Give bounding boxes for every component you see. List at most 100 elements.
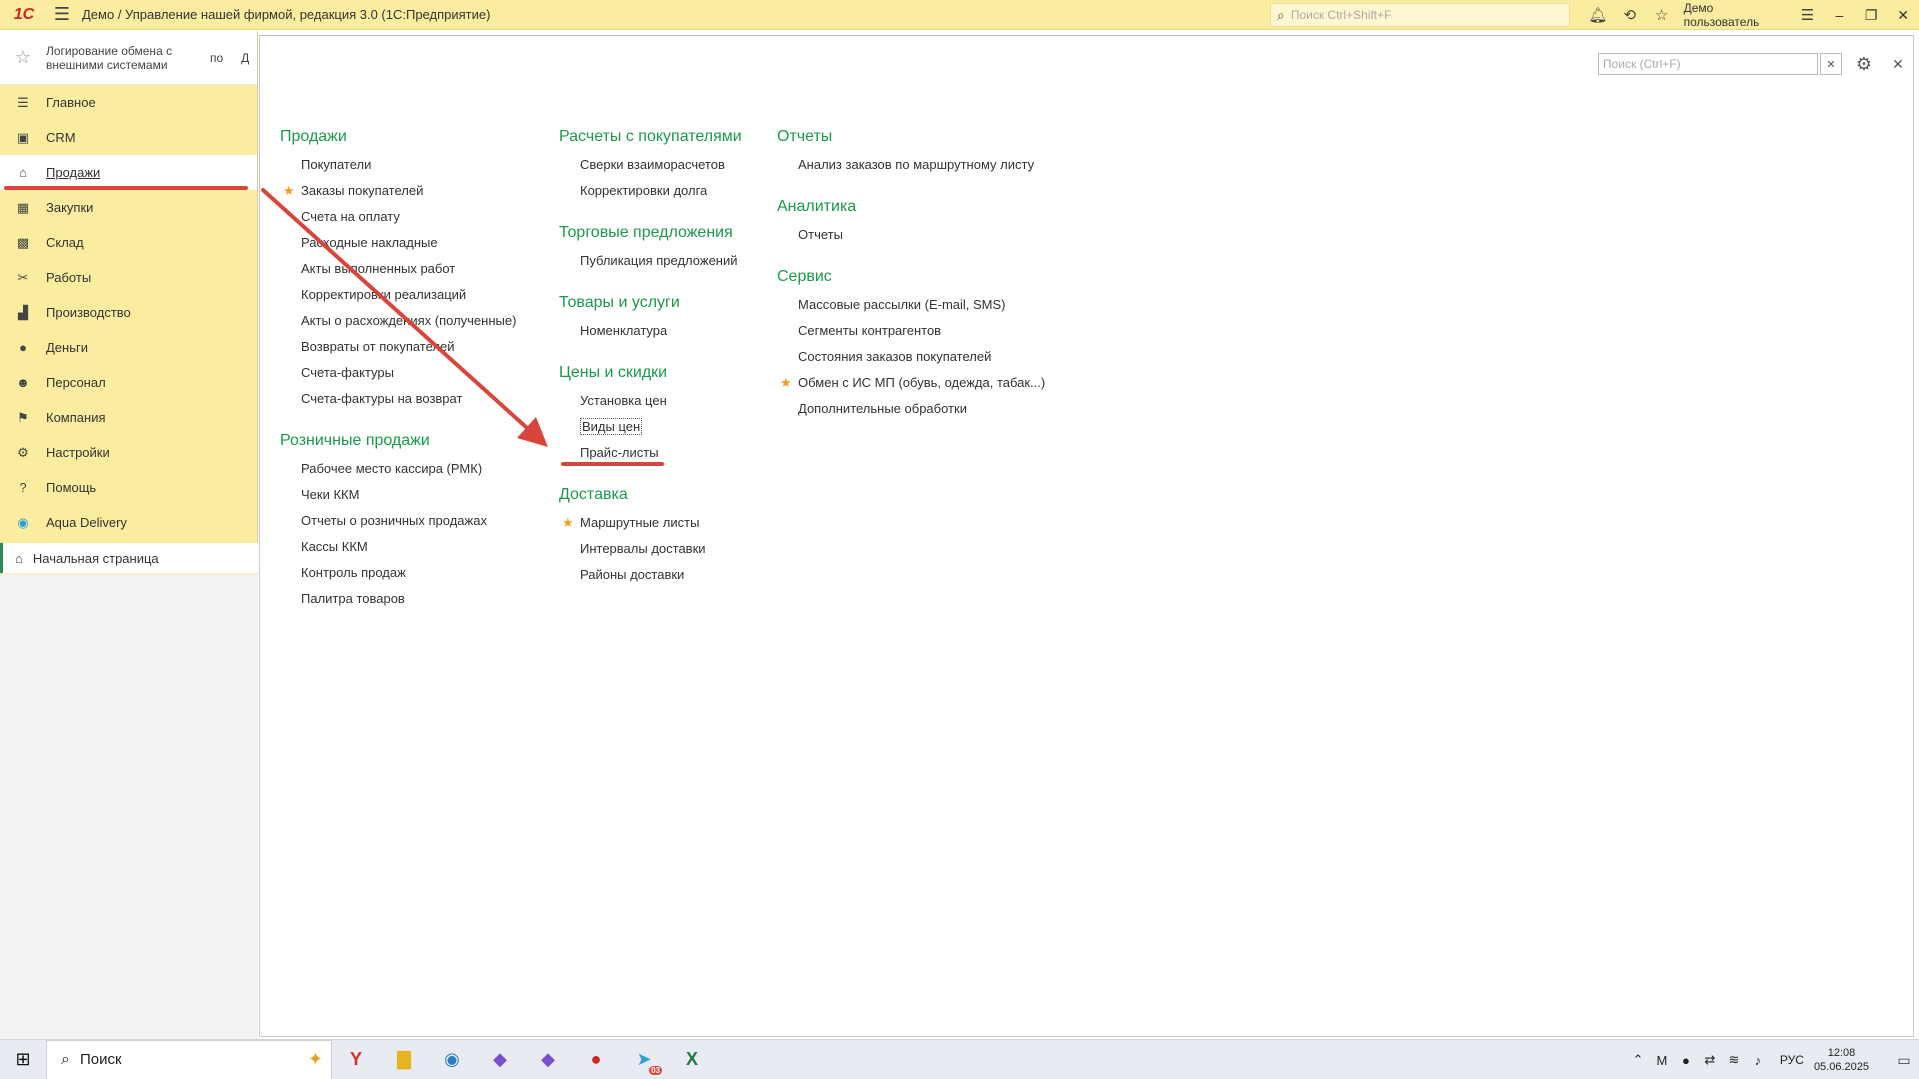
chevron-up-icon[interactable]: ⌃ <box>1626 1052 1650 1068</box>
telegram-icon[interactable]: ➤ 03 <box>620 1040 668 1079</box>
section-link[interactable]: Публикация предложений <box>559 248 742 274</box>
global-search-input[interactable]: ⌕ Поиск Ctrl+Shift+F <box>1270 3 1570 27</box>
favorites-star-icon[interactable]: ☆ <box>0 47 46 68</box>
section-link[interactable]: Возвраты от покупателей <box>280 334 516 360</box>
sidebar-item[interactable]: ☻ Персонал <box>0 365 257 400</box>
favorite-item-logging[interactable]: Логирование обмена с внешними системами <box>46 44 186 72</box>
sidebar-item[interactable]: ▦ Закупки <box>0 190 257 225</box>
section-link[interactable]: ★ Маршрутные листы <box>559 510 742 536</box>
gear-icon[interactable]: ⚙ <box>1852 52 1876 76</box>
section-link[interactable]: Акты выполненных работ <box>280 256 516 282</box>
section-link[interactable]: Корректировки реализаций <box>280 282 516 308</box>
sidebar-item[interactable]: ▟ Производство <box>0 295 257 330</box>
section-link[interactable]: Корректировки долга <box>559 178 742 204</box>
sidebar-item[interactable]: ▩ Склад <box>0 225 257 260</box>
sidebar-item[interactable]: ⚑ Компания <box>0 400 257 435</box>
notifications-icon[interactable]: ▭ <box>1889 1052 1919 1069</box>
history-icon[interactable]: ⟲ <box>1614 0 1646 30</box>
windows-start-icon[interactable]: ⊞ <box>0 1040 46 1079</box>
section-link[interactable]: Счета-фактуры <box>280 360 516 386</box>
section-link[interactable]: ★ Заказы покупателей <box>280 178 516 204</box>
sidebar-item-label: Закупки <box>46 200 94 215</box>
section-title: Отчеты <box>777 128 833 145</box>
home-page-link[interactable]: ⌂ Начальная страница <box>0 543 258 573</box>
section-link[interactable]: Сегменты контрагентов <box>777 318 1045 344</box>
section-link[interactable]: Отчеты о розничных продажах <box>280 508 516 534</box>
list-icon: ☰ <box>17 94 29 110</box>
section-link[interactable]: Интервалы доставки <box>559 536 742 562</box>
favorite-item-3[interactable]: Д <box>241 51 249 65</box>
taskbar-search[interactable]: ⌕ Поиск ✦ <box>46 1039 332 1079</box>
section-link[interactable]: Рабочее место кассира (РМК) <box>280 456 516 482</box>
clock[interactable]: 12:08 05.06.2025 <box>1814 1046 1869 1074</box>
section-link[interactable]: Покупатели <box>280 152 516 178</box>
sidebar-item[interactable]: ◉ Aqua Delivery <box>0 505 257 540</box>
sidebar-item[interactable]: ⌂ Продажи <box>0 155 257 190</box>
1c-app-icon[interactable]: ● <box>572 1040 620 1079</box>
section-link[interactable]: Акты о расхождениях (полученные) <box>280 308 516 334</box>
microphone-icon[interactable]: ● <box>1674 1053 1698 1068</box>
section-link[interactable]: Счета на оплату <box>280 204 516 230</box>
section-link-label: Возвраты от покупателей <box>301 339 455 354</box>
sidebar-item[interactable]: ▣ CRM <box>0 120 257 155</box>
network-sliders-icon[interactable]: ⇄ <box>1698 1052 1722 1068</box>
section-link-label: Анализ заказов по маршрутному листу <box>798 157 1035 172</box>
bell-icon[interactable]: 🔔︎ <box>1582 0 1614 30</box>
settings-menu-icon[interactable]: ☰ <box>1792 0 1824 30</box>
home-icon: ⌂ <box>15 550 23 566</box>
section-link[interactable]: Контроль продаж <box>280 560 516 586</box>
close-icon[interactable]: ✕ <box>1886 52 1910 76</box>
hamburger-menu-icon[interactable]: ☰ <box>48 0 76 30</box>
close-window-button[interactable]: ✕ <box>1887 0 1919 30</box>
minimize-button[interactable]: – <box>1823 0 1855 30</box>
clear-search-icon[interactable]: ✕ <box>1820 53 1842 75</box>
favorites-star-icon[interactable]: ☆ <box>1646 0 1678 30</box>
section-title: Продажи <box>280 128 347 145</box>
excel-icon[interactable]: X <box>668 1040 716 1079</box>
section-link[interactable]: Номенклатура <box>559 318 742 344</box>
section-link-label: Прайс-листы <box>580 445 659 460</box>
teamviewer-icon[interactable]: ◉ <box>428 1040 476 1079</box>
speaker-icon[interactable]: ♪ <box>1746 1053 1770 1068</box>
yandex-browser-icon[interactable]: Y <box>332 1040 380 1079</box>
section-link[interactable]: Прайс-листы <box>559 440 742 466</box>
favorite-item-2[interactable]: по <box>210 51 223 65</box>
section-link[interactable]: Дополнительные обработки <box>777 396 1045 422</box>
sidebar-item[interactable]: ☰ Главное <box>0 85 257 120</box>
section-link[interactable]: Районы доставки <box>559 562 742 588</box>
section-link[interactable]: Отчеты <box>777 222 1045 248</box>
tray-app-icon[interactable]: M <box>1650 1053 1674 1068</box>
section-link[interactable]: Массовые рассылки (E-mail, SMS) <box>777 292 1045 318</box>
section-link[interactable]: Установка цен <box>559 388 742 414</box>
section-link[interactable]: Счета-фактуры на возврат <box>280 386 516 412</box>
sidebar-item[interactable]: ⚙ Настройки <box>0 435 257 470</box>
sidebar-item[interactable]: ? Помощь <box>0 470 257 505</box>
1c-logo[interactable]: 1С <box>0 0 48 30</box>
restore-button[interactable]: ❐ <box>1855 0 1887 30</box>
section-link[interactable]: Кассы ККМ <box>280 534 516 560</box>
telegram-badge: 03 <box>649 1065 662 1075</box>
section-link[interactable]: Чеки ККМ <box>280 482 516 508</box>
section-link[interactable]: Палитра товаров <box>280 586 516 612</box>
section-link[interactable]: Состояния заказов покупателей <box>777 344 1045 370</box>
flag-icon: ⚑ <box>17 409 29 425</box>
window-title: Демо / Управление нашей фирмой, редакция… <box>82 7 491 22</box>
sidebar-item[interactable]: ● Деньги <box>0 330 257 365</box>
file-explorer-icon[interactable]: ▇ <box>380 1040 428 1079</box>
language-indicator[interactable]: РУС <box>1780 1053 1804 1067</box>
section-link[interactable]: Анализ заказов по маршрутному листу <box>777 152 1045 178</box>
section-link-label: Корректировки долга <box>580 183 708 198</box>
wifi-icon[interactable]: ≋ <box>1722 1052 1746 1068</box>
sidebar-item[interactable]: ✂ Работы <box>0 260 257 295</box>
obsidian-icon-2[interactable]: ◆ <box>524 1040 572 1079</box>
panel-search-input[interactable]: Поиск (Ctrl+F) <box>1598 53 1818 75</box>
section-link[interactable]: Виды цен <box>559 414 742 440</box>
section-link[interactable]: ★ Обмен с ИС МП (обувь, одежда, табак...) <box>777 370 1045 396</box>
user-name[interactable]: Демо пользователь <box>1678 1 1792 29</box>
section-link[interactable]: Расходные накладные <box>280 230 516 256</box>
obsidian-icon[interactable]: ◆ <box>476 1040 524 1079</box>
factory-icon: ▟ <box>18 304 28 320</box>
section-link[interactable]: Сверки взаиморасчетов <box>559 152 742 178</box>
